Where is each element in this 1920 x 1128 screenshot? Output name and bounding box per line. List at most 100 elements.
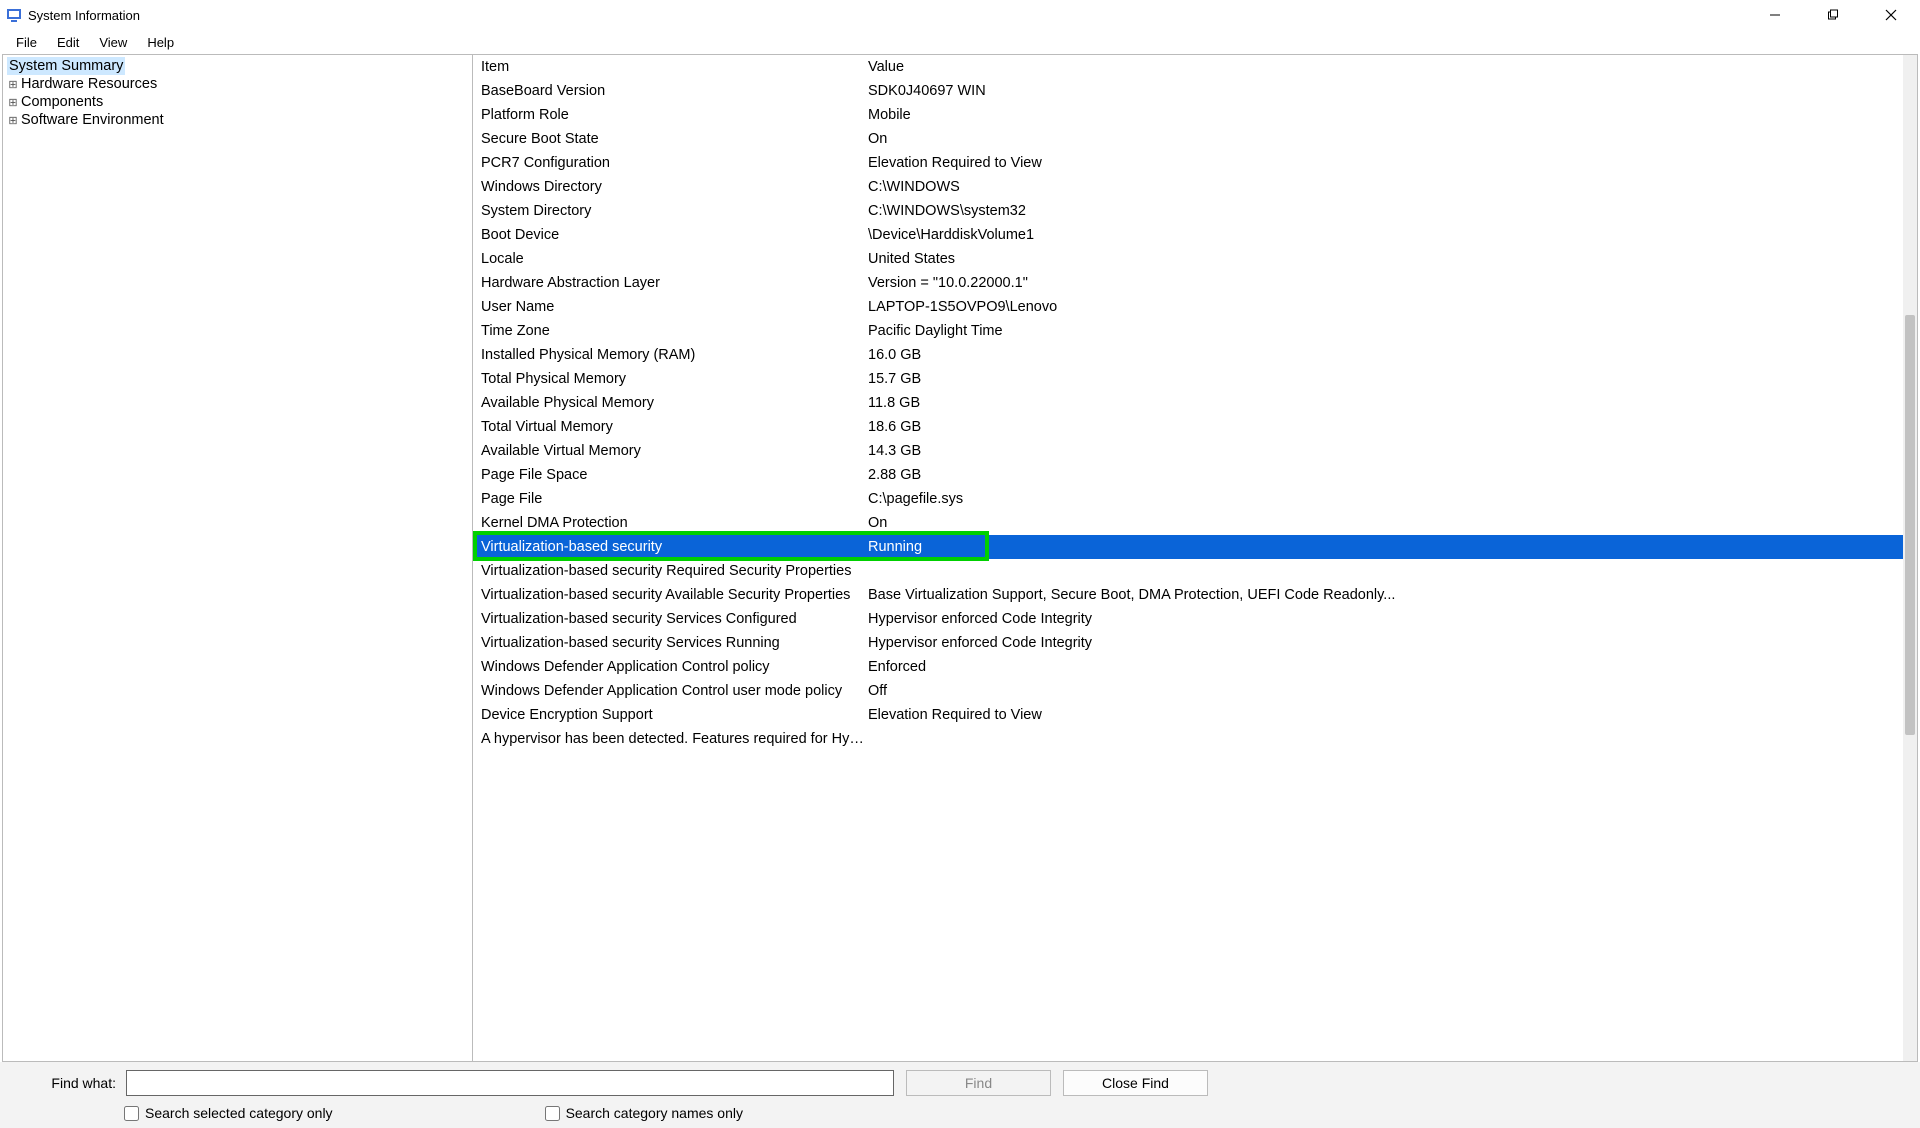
detail-pane: Item Value BaseBoard VersionSDK0J40697 W… [473, 55, 1917, 1061]
menu-help[interactable]: Help [137, 33, 184, 52]
vertical-scrollbar[interactable] [1903, 55, 1917, 1061]
detail-row[interactable]: Page FileC:\pagefile.sys [473, 487, 1903, 511]
detail-row[interactable]: LocaleUnited States [473, 247, 1903, 271]
detail-value: C:\WINDOWS [866, 179, 1903, 195]
detail-value: Enforced [866, 659, 1903, 675]
detail-row[interactable]: Virtualization-based security Services R… [473, 631, 1903, 655]
detail-item: Virtualization-based security Required S… [473, 563, 866, 579]
maximize-button[interactable] [1804, 0, 1862, 30]
detail-row[interactable]: A hypervisor has been detected. Features… [473, 727, 1903, 751]
detail-row[interactable]: Windows DirectoryC:\WINDOWS [473, 175, 1903, 199]
detail-value: 16.0 GB [866, 347, 1903, 363]
detail-item: A hypervisor has been detected. Features… [473, 731, 866, 747]
detail-row[interactable]: BaseBoard VersionSDK0J40697 WIN [473, 79, 1903, 103]
detail-item: System Directory [473, 203, 866, 219]
detail-item: Virtualization-based security Services R… [473, 635, 866, 651]
detail-value: C:\pagefile.sys [866, 491, 1903, 507]
detail-row[interactable]: System DirectoryC:\WINDOWS\system32 [473, 199, 1903, 223]
detail-item: Time Zone [473, 323, 866, 339]
chk-selected-category[interactable]: Search selected category only [124, 1105, 333, 1121]
col-value-header[interactable]: Value [866, 59, 1903, 75]
detail-row[interactable]: Page File Space2.88 GB [473, 463, 1903, 487]
close-find-button[interactable]: Close Find [1063, 1070, 1208, 1096]
detail-value: Elevation Required to View [866, 155, 1903, 171]
detail-row[interactable]: Total Physical Memory15.7 GB [473, 367, 1903, 391]
detail-value: United States [866, 251, 1903, 267]
detail-row[interactable]: Secure Boot StateOn [473, 127, 1903, 151]
chk-category-names-label: Search category names only [566, 1105, 743, 1121]
detail-row[interactable]: Kernel DMA ProtectionOn [473, 511, 1903, 535]
scrollbar-thumb[interactable] [1905, 315, 1915, 735]
detail-item: Locale [473, 251, 866, 267]
menu-file[interactable]: File [6, 33, 47, 52]
detail-row[interactable]: Time ZonePacific Daylight Time [473, 319, 1903, 343]
detail-value: Running [866, 539, 1903, 555]
detail-item: BaseBoard Version [473, 83, 866, 99]
detail-value: 11.8 GB [866, 395, 1903, 411]
detail-value: \Device\HarddiskVolume1 [866, 227, 1903, 243]
detail-value: SDK0J40697 WIN [866, 83, 1903, 99]
col-item-header[interactable]: Item [473, 59, 866, 75]
find-input[interactable] [126, 1070, 894, 1096]
detail-item: Windows Defender Application Control use… [473, 683, 866, 699]
minimize-button[interactable] [1746, 0, 1804, 30]
detail-row[interactable]: Total Virtual Memory18.6 GB [473, 415, 1903, 439]
detail-row[interactable]: Windows Defender Application Control pol… [473, 655, 1903, 679]
chk-category-names-box[interactable] [545, 1106, 560, 1121]
detail-row[interactable]: Device Encryption SupportElevation Requi… [473, 703, 1903, 727]
tree-item-label: Software Environment [21, 112, 164, 128]
detail-item: User Name [473, 299, 866, 315]
detail-value: Hypervisor enforced Code Integrity [866, 611, 1903, 627]
find-label: Find what: [6, 1075, 126, 1091]
expand-icon[interactable]: ⊞ [7, 78, 19, 91]
find-bar: Find what: Find Close Find Search select… [0, 1062, 1920, 1128]
detail-item: Page File Space [473, 467, 866, 483]
close-button[interactable] [1862, 0, 1920, 30]
detail-row[interactable]: Boot Device\Device\HarddiskVolume1 [473, 223, 1903, 247]
detail-value: 14.3 GB [866, 443, 1903, 459]
detail-row[interactable]: Windows Defender Application Control use… [473, 679, 1903, 703]
tree-item[interactable]: ⊞Hardware Resources [7, 75, 468, 93]
tree-root[interactable]: System Summary [7, 57, 125, 75]
detail-row[interactable]: PCR7 ConfigurationElevation Required to … [473, 151, 1903, 175]
detail-value: Version = "10.0.22000.1" [866, 275, 1903, 291]
detail-value: On [866, 515, 1903, 531]
tree-pane[interactable]: System Summary ⊞Hardware Resources⊞Compo… [3, 55, 473, 1061]
detail-item: Total Virtual Memory [473, 419, 866, 435]
detail-item: Hardware Abstraction Layer [473, 275, 866, 291]
detail-value: On [866, 131, 1903, 147]
detail-row[interactable]: Hardware Abstraction LayerVersion = "10.… [473, 271, 1903, 295]
detail-row[interactable]: User NameLAPTOP-1S5OVPO9\Lenovo [473, 295, 1903, 319]
detail-item: Windows Directory [473, 179, 866, 195]
menu-edit[interactable]: Edit [47, 33, 89, 52]
detail-value: Hypervisor enforced Code Integrity [866, 635, 1903, 651]
detail-value: Mobile [866, 107, 1903, 123]
detail-item: Virtualization-based security [473, 539, 866, 555]
detail-row[interactable]: Virtualization-based security Available … [473, 583, 1903, 607]
expand-icon[interactable]: ⊞ [7, 114, 19, 127]
tree-item[interactable]: ⊞Components [7, 93, 468, 111]
detail-row[interactable]: Available Physical Memory11.8 GB [473, 391, 1903, 415]
chk-selected-category-box[interactable] [124, 1106, 139, 1121]
detail-item: Kernel DMA Protection [473, 515, 866, 531]
detail-row[interactable]: Virtualization-based security Services C… [473, 607, 1903, 631]
expand-icon[interactable]: ⊞ [7, 96, 19, 109]
detail-item: Windows Defender Application Control pol… [473, 659, 866, 675]
detail-row[interactable]: Installed Physical Memory (RAM)16.0 GB [473, 343, 1903, 367]
chk-category-names[interactable]: Search category names only [545, 1105, 743, 1121]
detail-item: Page File [473, 491, 866, 507]
tree-item[interactable]: ⊞Software Environment [7, 111, 468, 129]
tree-item-label: Hardware Resources [21, 76, 157, 92]
detail-header[interactable]: Item Value [473, 55, 1903, 79]
detail-item: Total Physical Memory [473, 371, 866, 387]
menu-view[interactable]: View [89, 33, 137, 52]
detail-row[interactable]: Platform RoleMobile [473, 103, 1903, 127]
menubar: File Edit View Help [0, 30, 1920, 54]
detail-item: Platform Role [473, 107, 866, 123]
find-button[interactable]: Find [906, 1070, 1051, 1096]
detail-value: Pacific Daylight Time [866, 323, 1903, 339]
detail-row[interactable]: Available Virtual Memory14.3 GB [473, 439, 1903, 463]
detail-row[interactable]: Virtualization-based security Required S… [473, 559, 1903, 583]
detail-value: Off [866, 683, 1903, 699]
detail-value: C:\WINDOWS\system32 [866, 203, 1903, 219]
